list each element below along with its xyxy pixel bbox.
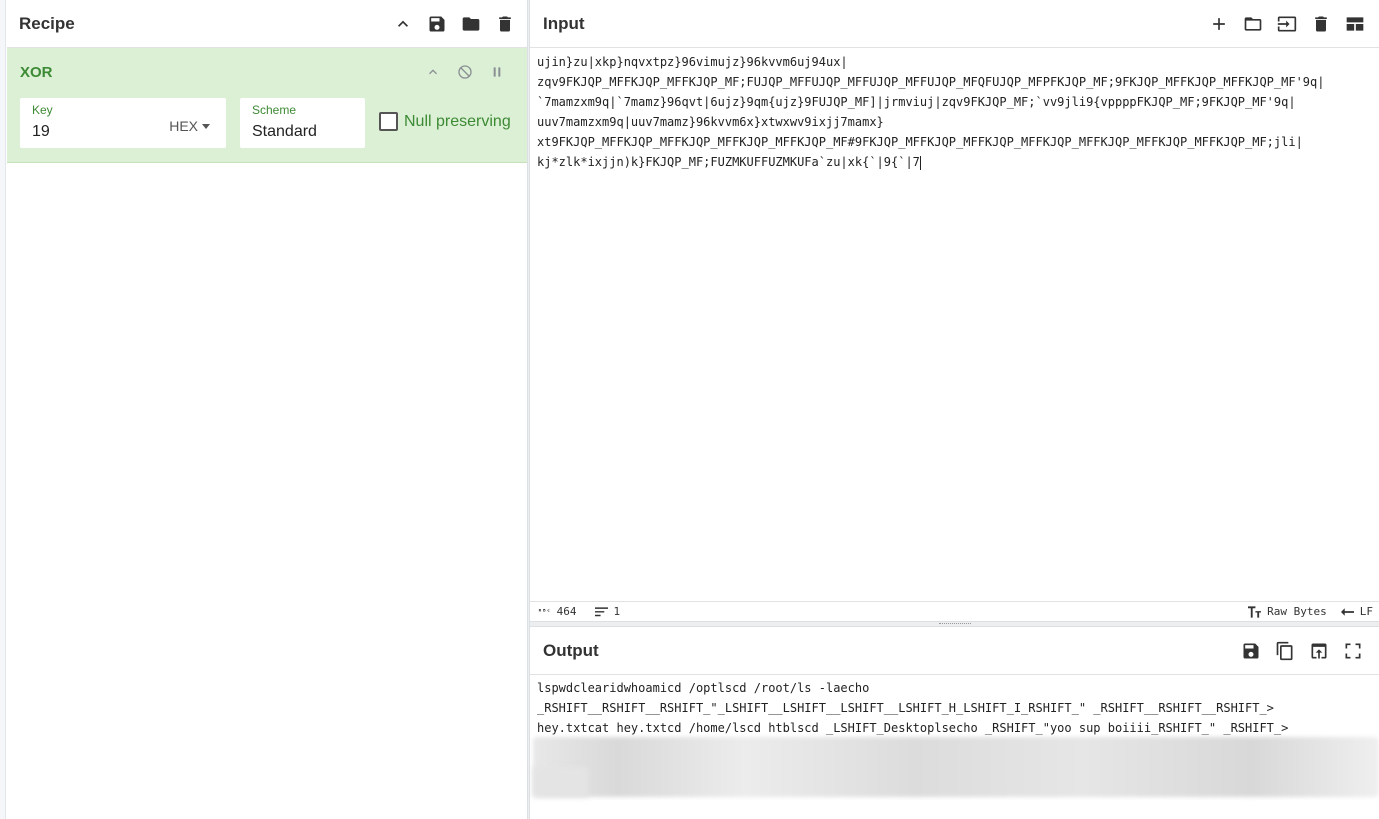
add-input-plus-icon[interactable]	[1209, 14, 1229, 34]
char-count-value: 464	[556, 605, 577, 618]
input-status-bar: ᴿᴮᶜ 464 1 Raw Bytes LF	[530, 601, 1379, 621]
clear-recipe-trash-icon[interactable]	[495, 14, 515, 34]
output-line: hey.txtcat hey.txtcd /home/lscd htblscd …	[537, 721, 1289, 735]
collapse-chevron-up-icon[interactable]	[393, 14, 413, 34]
null-preserving-checkbox[interactable]	[379, 112, 398, 131]
key-field[interactable]: Key 19 HEX	[20, 98, 226, 148]
output-line: _RSHIFT__RSHIFT__RSHIFT_"_LSHIFT__LSHIFT…	[537, 701, 1274, 715]
splitter-grip	[939, 623, 971, 625]
input-title: Input	[543, 13, 585, 33]
line-count-value: 1	[613, 605, 621, 618]
operation-controls	[423, 62, 507, 82]
open-folder-icon[interactable]	[1243, 14, 1263, 34]
char-count: ᴿᴮᶜ 464	[538, 605, 577, 618]
output-header: Output	[530, 627, 1379, 675]
status-left: ᴿᴮᶜ 464 1	[538, 605, 620, 618]
operation-name: XOR	[20, 64, 53, 81]
abc-icon: ᴿᴮᶜ	[538, 607, 551, 616]
line-count: 1	[594, 605, 621, 618]
input-line: xt9FKJQP_MFFKJQP_MFFKJQP_MFFKJQP_MFFKJQP…	[537, 135, 1303, 149]
input-textarea[interactable]: ujin}zu|xkp}nqvxtpz}96vimujz}96kvvm6uj94…	[537, 52, 1377, 172]
input-header: Input	[530, 0, 1379, 48]
operations-panel-edge	[0, 0, 6, 819]
recipe-title: Recipe	[19, 13, 75, 33]
output-toolbar	[1241, 641, 1363, 661]
caret-down-icon	[202, 123, 210, 129]
reset-layout-icon[interactable]	[1345, 14, 1365, 34]
replace-input-with-output-icon[interactable]	[1309, 641, 1329, 661]
output-textarea[interactable]: lspwdclearidwhoamicd /optlscd /root/ls -…	[537, 678, 1377, 738]
copy-output-icon[interactable]	[1275, 641, 1295, 661]
return-arrow-icon	[1340, 607, 1354, 616]
key-format-label: HEX	[169, 118, 198, 134]
input-line: ujin}zu|xkp}nqvxtpz}96vimujz}96kvvm6uj94…	[537, 55, 848, 69]
encoding-selector[interactable]: Raw Bytes	[1248, 605, 1327, 618]
scheme-label: Scheme	[252, 103, 297, 117]
text-cursor	[919, 155, 921, 170]
redacted-output-region	[533, 737, 1379, 797]
key-format-dropdown[interactable]: HEX	[169, 118, 210, 134]
load-recipe-folder-icon[interactable]	[461, 14, 481, 34]
encoding-value: Raw Bytes	[1267, 605, 1327, 618]
eol-value: LF	[1359, 605, 1373, 618]
lines-icon	[594, 606, 608, 616]
scheme-select[interactable]: Scheme Standard	[240, 98, 365, 148]
input-line: kj*zlk*ixjjn)k}FKJQP_MF;FUZMKUFFUZMKUFa`…	[537, 155, 920, 169]
clear-input-trash-icon[interactable]	[1311, 14, 1331, 34]
output-panel: Output lspwdclearidwhoamicd /optlscd /ro…	[530, 627, 1379, 819]
null-preserving-option[interactable]: Null preserving	[379, 112, 511, 131]
maximize-output-icon[interactable]	[1343, 641, 1363, 661]
input-toolbar	[1209, 14, 1365, 34]
null-preserving-label: Null preserving	[404, 112, 511, 130]
save-recipe-icon[interactable]	[427, 14, 447, 34]
key-value[interactable]: 19	[32, 123, 50, 141]
text-size-icon	[1248, 605, 1262, 618]
pause-breakpoint-icon[interactable]	[487, 62, 507, 82]
output-title: Output	[543, 640, 599, 660]
recipe-header: Recipe	[7, 0, 527, 48]
recipe-toolbar	[393, 14, 515, 34]
recipe-panel: Recipe XOR Key 19 HEX Scheme Standard Nu…	[7, 0, 527, 819]
key-label: Key	[32, 103, 53, 117]
cyberchef-app: Recipe XOR Key 19 HEX Scheme Standard Nu…	[0, 0, 1379, 819]
input-line: `7mamzxm9q|`7mamz}96qvt|6ujz}9qm{ujz}9FU…	[537, 95, 1296, 109]
operation-chevron-up-icon[interactable]	[423, 62, 443, 82]
open-file-input-icon[interactable]	[1277, 14, 1297, 34]
eol-selector[interactable]: LF	[1340, 605, 1373, 618]
save-output-icon[interactable]	[1241, 641, 1261, 661]
disable-operation-icon[interactable]	[455, 62, 475, 82]
xor-operation[interactable]: XOR Key 19 HEX Scheme Standard Null pres…	[7, 48, 527, 163]
input-panel: Input ujin}zu|xkp}nqvxtpz}96vimujz}96kvv…	[530, 0, 1379, 621]
scheme-value: Standard	[252, 123, 317, 140]
status-right: Raw Bytes LF	[1248, 605, 1373, 618]
input-line: zqv9FKJQP_MFFKJQP_MFFKJQP_MF;FUJQP_MFFUJ…	[537, 75, 1325, 89]
redacted-output-region	[533, 767, 588, 797]
input-line: uuv7mamzxm9q|uuv7mamz}96kvvm6x}xtwxwv9ix…	[537, 115, 884, 129]
output-line: lspwdclearidwhoamicd /optlscd /root/ls -…	[537, 681, 870, 695]
